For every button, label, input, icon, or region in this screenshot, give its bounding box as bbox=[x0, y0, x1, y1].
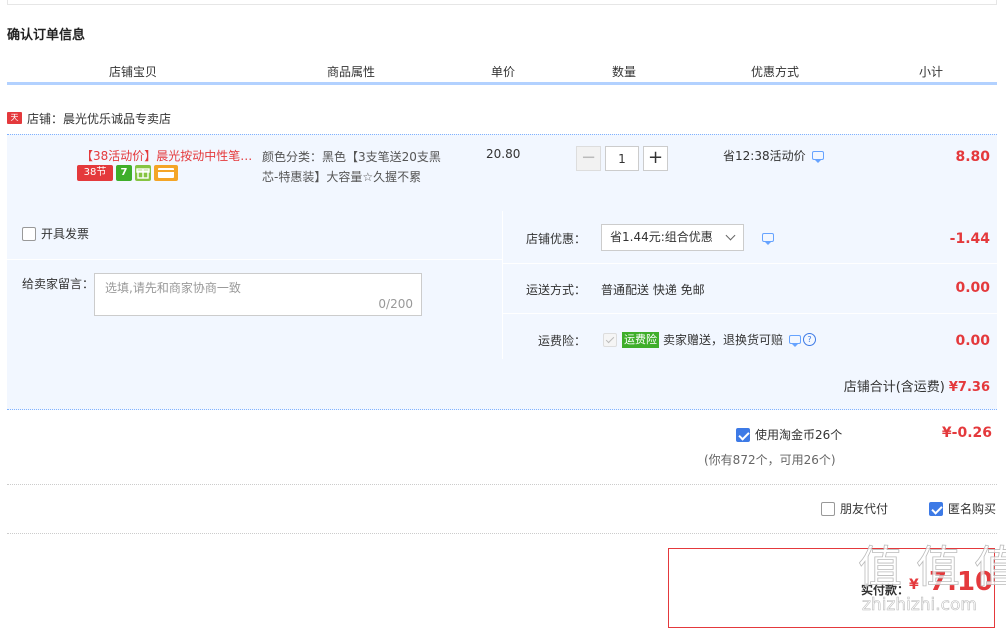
anonymous-purchase-option[interactable]: 匿名购买 bbox=[929, 500, 996, 517]
friend-pay-option[interactable]: 朋友代付 bbox=[821, 500, 888, 517]
divider bbox=[502, 211, 503, 359]
store-total-amount: ¥7.36 bbox=[948, 380, 990, 395]
shop-row: 天猫 店铺：晨光优乐诚品专卖店 bbox=[7, 108, 171, 134]
header-subtotal: 小计 bbox=[919, 65, 944, 79]
invoice-checkbox[interactable] bbox=[22, 226, 36, 241]
invoice-option[interactable]: 开具发票 bbox=[22, 225, 89, 242]
friend-pay-label: 朋友代付 bbox=[840, 502, 889, 516]
header-separator bbox=[261, 60, 262, 82]
seller-message-textarea[interactable]: 选填,请先和商家协商一致 0/200 bbox=[94, 273, 422, 316]
payment-summary-box: 实付款： ¥ 7.10 bbox=[668, 548, 995, 628]
shipping-label: 运送方式： bbox=[526, 283, 587, 297]
quantity-stepper: − + bbox=[576, 146, 668, 171]
order-extras-panel: 开具发票 给卖家留言： 选填,请先和商家协商一致 0/200 店铺优惠： 省1.… bbox=[7, 211, 997, 359]
anonymous-purchase-label: 匿名购买 bbox=[948, 502, 997, 516]
friend-pay-checkbox[interactable] bbox=[821, 501, 835, 516]
item-title-link[interactable]: 【38活动价】晨光按动中性笔… bbox=[81, 147, 253, 164]
insurance-chat-icon[interactable] bbox=[789, 335, 802, 347]
quantity-decrease-button[interactable]: − bbox=[576, 146, 601, 171]
order-item-row: 【38活动价】晨光按动中性笔… 38节 7 颜色分类：黑色【3支笔送20支黑芯-… bbox=[7, 134, 997, 211]
shipping-amount: 0.00 bbox=[955, 280, 990, 296]
credit-card-badge-icon[interactable] bbox=[154, 165, 178, 181]
top-panel-edge bbox=[7, 0, 997, 5]
divider bbox=[7, 259, 502, 260]
chevron-down-icon bbox=[725, 230, 736, 241]
store-discount-select[interactable]: 省1.44元:组合优惠 bbox=[601, 224, 744, 251]
insurance-text: 卖家赠送，退换货可赔 bbox=[663, 333, 784, 347]
header-separator bbox=[685, 60, 686, 82]
insurance-checkbox bbox=[603, 332, 617, 347]
store-total-bar: 店铺合计(含运费) ¥7.36 bbox=[7, 359, 997, 410]
shipping-method: 普通配送 快递 免邮 bbox=[601, 283, 705, 297]
taojinbi-label: 使用淘金币26个 bbox=[755, 428, 843, 442]
invoice-label: 开具发票 bbox=[41, 227, 90, 241]
divider bbox=[7, 484, 997, 485]
taojinbi-note: (你有872个，可用26个) bbox=[704, 453, 836, 467]
item-attributes: 颜色分类：黑色【3支笔送20支黑芯-特惠装】大容量☆久握不累 bbox=[262, 150, 441, 184]
header-separator bbox=[564, 60, 565, 82]
message-label: 给卖家留言： bbox=[22, 277, 95, 291]
header-separator bbox=[443, 60, 444, 82]
header-shop-item: 店铺宝贝 bbox=[109, 65, 158, 79]
store-discount-amount: -1.44 bbox=[949, 231, 990, 247]
insurance-tag: 运费险 bbox=[622, 331, 659, 348]
payment-amount: 7.10 bbox=[929, 567, 994, 597]
store-discount-label: 店铺优惠： bbox=[526, 232, 587, 246]
discount-info-chat-icon[interactable] bbox=[762, 233, 774, 245]
header-unit-price: 单价 bbox=[491, 65, 516, 79]
store-discount-value: 省1.44元:组合优惠 bbox=[610, 230, 713, 244]
store-total: 店铺合计(含运费) ¥7.36 bbox=[844, 376, 990, 395]
quantity-input[interactable] bbox=[605, 146, 639, 171]
divider bbox=[503, 263, 997, 264]
message-placeholder: 选填,请先和商家协商一致 bbox=[105, 281, 241, 295]
message-char-count: 0/200 bbox=[378, 297, 413, 311]
item-subtotal: 8.80 bbox=[955, 149, 990, 165]
help-icon[interactable]: ? bbox=[803, 333, 817, 346]
section-title: 确认订单信息 bbox=[7, 28, 86, 43]
taojinbi-amount: ¥-0.26 bbox=[941, 425, 992, 441]
shop-name-link[interactable]: 店铺：晨光优乐诚品专卖店 bbox=[27, 110, 171, 127]
gift-badge-icon[interactable] bbox=[135, 165, 151, 181]
payment-label: 实付款： bbox=[861, 583, 910, 597]
tmall-icon: 天猫 bbox=[7, 112, 22, 134]
insurance-row: 运费险 卖家赠送，退换货可赔 ? bbox=[603, 331, 817, 348]
header-separator bbox=[865, 60, 866, 82]
divider bbox=[503, 313, 997, 314]
promo-text: 省12:38活动价 bbox=[723, 149, 806, 163]
seven-day-return-badge-icon[interactable]: 7 bbox=[116, 165, 132, 181]
divider bbox=[7, 533, 997, 534]
taojinbi-checkbox[interactable] bbox=[736, 427, 750, 442]
payment-currency-symbol: ¥ bbox=[909, 577, 919, 593]
header-quantity: 数量 bbox=[612, 65, 637, 79]
header-attributes: 商品属性 bbox=[327, 65, 376, 79]
store-total-label: 店铺合计(含运费) bbox=[843, 380, 945, 395]
header-discount: 优惠方式 bbox=[751, 65, 800, 79]
insurance-label: 运费险： bbox=[538, 334, 587, 348]
promo-info-chat-icon[interactable] bbox=[811, 151, 824, 163]
order-table-header: 店铺宝贝 商品属性 单价 数量 优惠方式 小计 bbox=[7, 60, 997, 85]
item-unit-price: 20.80 bbox=[486, 147, 521, 161]
item-badges: 38节 7 bbox=[77, 165, 178, 181]
item-promo: 省12:38活动价 bbox=[723, 147, 824, 164]
festival-38-badge-icon[interactable]: 38节 bbox=[77, 165, 113, 181]
taojinbi-option[interactable]: 使用淘金币26个 bbox=[736, 426, 842, 443]
quantity-increase-button[interactable]: + bbox=[643, 146, 668, 171]
insurance-amount: 0.00 bbox=[955, 333, 990, 349]
anonymous-purchase-checkbox[interactable] bbox=[929, 501, 943, 516]
